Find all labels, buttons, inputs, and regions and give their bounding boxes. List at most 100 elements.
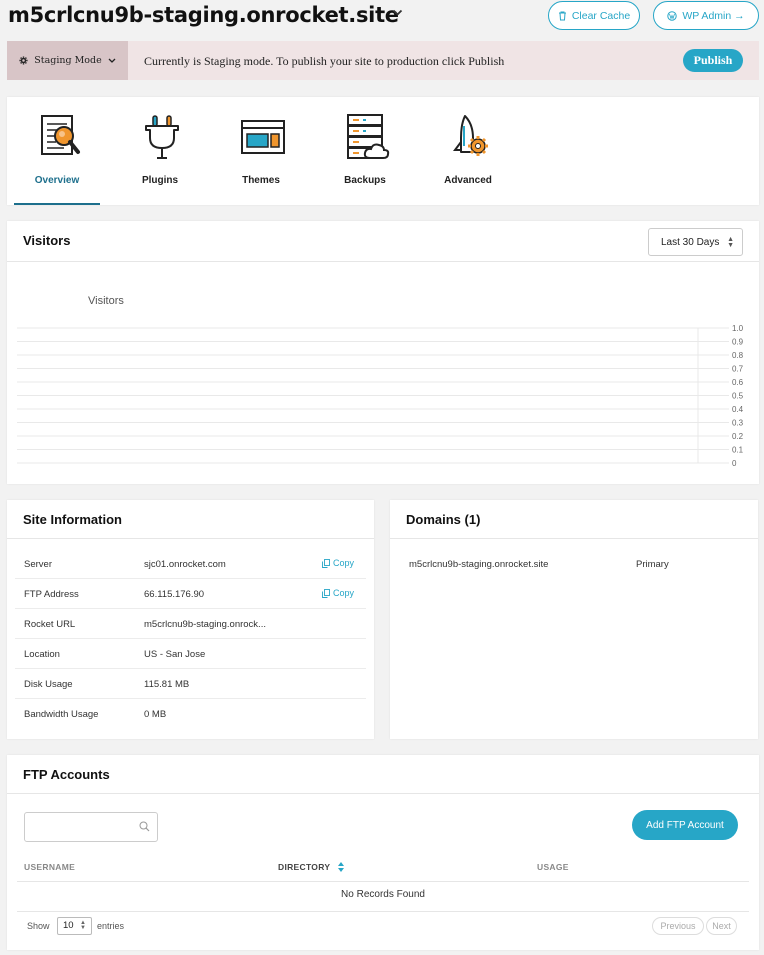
y-tick-label: 0.2 [732, 432, 744, 441]
tab-label: Backups [344, 175, 386, 186]
pagination-previous-button[interactable]: Previous [652, 917, 704, 935]
chevron-down-icon [108, 58, 116, 63]
table-header-divider [17, 881, 749, 882]
y-tick-label: 0.4 [732, 405, 744, 414]
trash-icon [558, 11, 566, 20]
info-label: Server [24, 559, 52, 570]
column-header-username: USERNAME [24, 862, 76, 872]
entries-value: 10 [63, 920, 74, 931]
server-cloud-icon [347, 114, 390, 159]
visitors-chart: 1.0 0.9 0.8 0.7 0.6 0.5 0.4 0.3 0.2 0.1 0 [17, 324, 744, 468]
info-row-ftp-address: FTP Address 66.115.176.90 Copy [15, 579, 366, 609]
y-tick-label: 0.6 [732, 378, 744, 387]
copy-server-button[interactable]: Copy [322, 558, 354, 568]
domain-name[interactable]: m5crlcnu9b-staging.onrocket.site [409, 559, 548, 570]
domains-card: Domains (1) m5crlcnu9b-staging.onrocket.… [390, 500, 758, 739]
clear-cache-button[interactable]: Clear Cache [548, 1, 640, 30]
domains-title: Domains (1) [406, 512, 481, 527]
browser-window-icon [241, 120, 285, 154]
table-footer-divider [17, 911, 749, 912]
info-label: Rocket URL [24, 619, 76, 630]
tab-label: Plugins [141, 175, 179, 186]
tab-overview[interactable]: Overview [12, 97, 102, 205]
site-info-title: Site Information [23, 512, 122, 527]
wordpress-icon [667, 10, 678, 21]
info-label: Location [24, 649, 60, 660]
column-header-usage: USAGE [537, 862, 569, 872]
staging-mode-dropdown[interactable]: Staging Mode [7, 41, 128, 80]
info-value: 115.81 MB [144, 679, 190, 690]
site-information-card: Site Information Server sjc01.onrocket.c… [7, 500, 374, 739]
column-header-directory[interactable]: DIRECTORY [278, 862, 344, 872]
y-tick-label: 0.9 [732, 338, 744, 347]
date-range-value: Last 30 Days [661, 236, 720, 248]
ftp-search-input[interactable] [24, 812, 158, 842]
y-tick-label: 0.1 [732, 446, 744, 455]
tab-label: Overview [34, 175, 80, 186]
column-header-label: DIRECTORY [278, 862, 331, 872]
copy-label: Copy [333, 558, 355, 568]
date-range-select[interactable]: Last 30 Days ▲ ▼ [648, 228, 743, 256]
select-arrows-icon: ▲ ▼ [80, 920, 86, 931]
info-value: m5crlcnu9b-staging.onrock... [144, 619, 266, 630]
info-value: sjc01.onrocket.com [144, 559, 226, 570]
info-row-bandwidth-usage: Bandwidth Usage 0 MB [15, 699, 366, 729]
info-row-rocket-url: Rocket URL m5crlcnu9b-staging.onrock... [15, 609, 366, 639]
add-ftp-account-button[interactable]: Add FTP Account [632, 810, 738, 840]
clear-cache-label: Clear Cache [571, 9, 631, 22]
info-label: Bandwidth Usage [24, 709, 99, 720]
divider [390, 538, 758, 539]
y-tick-label: 1.0 [732, 324, 744, 333]
info-row-server: Server sjc01.onrocket.com Copy [15, 549, 366, 579]
info-row-disk-usage: Disk Usage 115.81 MB [15, 669, 366, 699]
search-icon [139, 821, 150, 832]
tab-backups[interactable]: Backups [320, 97, 410, 205]
staging-mode-label: Staging Mode [34, 55, 102, 66]
visitors-title: Visitors [23, 233, 71, 248]
info-value: 0 MB [144, 709, 167, 720]
divider [7, 261, 759, 262]
tab-plugins[interactable]: Plugins [115, 97, 205, 205]
wp-admin-label: WP Admin → [682, 9, 745, 22]
plug-icon [145, 115, 179, 159]
tab-label: Advanced [444, 175, 492, 186]
domain-type-badge: Primary [636, 559, 669, 570]
pagination-next-button[interactable]: Next [706, 917, 737, 935]
empty-table-message: No Records Found [341, 889, 425, 900]
gear-icon [19, 56, 28, 65]
copy-icon [322, 588, 330, 598]
entries-per-page-select[interactable]: 10 ▲ ▼ [57, 917, 92, 935]
publish-button[interactable]: Publish [683, 49, 743, 72]
chevron-down-icon[interactable] [392, 9, 403, 17]
y-tick-label: 0.5 [732, 392, 744, 401]
ftp-title: FTP Accounts [23, 767, 110, 782]
divider [7, 538, 374, 539]
site-title[interactable]: m5crlcnu9b-staging.onrocket.site [8, 3, 399, 27]
copy-label: Copy [333, 588, 355, 598]
rocket-gear-icon [453, 115, 488, 156]
info-value: 66.115.176.90 [144, 589, 205, 600]
tab-themes[interactable]: Themes [216, 97, 306, 205]
sort-icon [337, 862, 344, 872]
chart-series-label: Visitors [88, 295, 124, 307]
show-label: Show [27, 921, 50, 931]
y-tick-label: 0 [732, 459, 737, 468]
site-nav-tabs: Overview Plugins Themes Backups Advanced [7, 97, 759, 205]
y-tick-label: 0.3 [732, 419, 744, 428]
select-arrows-icon: ▲ ▼ [727, 236, 734, 249]
visitors-card: Visitors Last 30 Days ▲ ▼ Visitors 1.0 0.9… [7, 221, 759, 484]
active-tab-indicator [14, 203, 100, 205]
y-tick-label: 0.7 [732, 365, 744, 374]
copy-icon [322, 558, 330, 568]
divider [7, 793, 759, 794]
y-tick-label: 0.8 [732, 351, 744, 360]
ftp-accounts-card: FTP Accounts Add FTP Account USERNAME DI… [7, 755, 759, 950]
copy-ftp-address-button[interactable]: Copy [322, 588, 354, 598]
tab-label: Themes [242, 175, 280, 186]
info-label: Disk Usage [24, 679, 73, 690]
page-header: m5crlcnu9b-staging.onrocket.site Clear C… [8, 0, 760, 36]
info-row-location: Location US - San Jose [15, 639, 366, 669]
wp-admin-button[interactable]: WP Admin → [653, 1, 759, 30]
info-label: FTP Address [24, 589, 79, 600]
tab-advanced[interactable]: Advanced [423, 97, 513, 205]
